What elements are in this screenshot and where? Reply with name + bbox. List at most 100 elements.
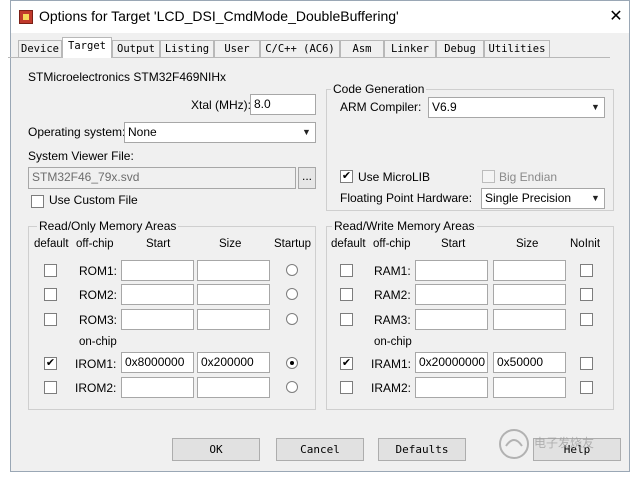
irom1-size-input[interactable]: 0x200000 [197, 352, 270, 373]
ram3-noinit-checkbox[interactable] [580, 313, 593, 326]
rom-onchip-label: on-chip [79, 336, 117, 348]
irom1-start-input[interactable]: 0x8000000 [121, 352, 194, 373]
app-icon [19, 10, 33, 24]
rom2-startup-radio[interactable] [286, 288, 298, 300]
rom1-start-input[interactable] [121, 260, 194, 281]
ram1-start-input[interactable] [415, 260, 488, 281]
tab-user[interactable]: User [214, 40, 260, 57]
iram2-default-checkbox[interactable] [340, 381, 353, 394]
ram-header-start: Start [441, 238, 466, 250]
rom-header-start: Start [146, 238, 171, 250]
rom-area-title: Read/Only Memory Areas [37, 219, 179, 233]
compiler-value: V6.9 [432, 100, 457, 114]
irom2-startup-radio[interactable] [286, 381, 298, 393]
fpu-value: Single Precision [485, 191, 572, 205]
sysviewer-input[interactable]: STM32F46_79x.svd [28, 167, 296, 189]
ram-area-title: Read/Write Memory Areas [332, 219, 477, 233]
irom1-default-checkbox[interactable]: ✔ [44, 357, 57, 370]
rom-header-offchip: off-chip [76, 238, 114, 250]
tab-listing[interactable]: Listing [160, 40, 214, 57]
microlib-checkbox[interactable]: ✔ [340, 170, 353, 183]
ram2-start-input[interactable] [415, 284, 488, 305]
rom3-size-input[interactable] [197, 309, 270, 330]
iram1-size-input[interactable]: 0x50000 [493, 352, 566, 373]
irom2-label: IROM2: [75, 381, 117, 395]
irom2-size-input[interactable] [197, 377, 270, 398]
iram1-start-input[interactable]: 0x20000000 [415, 352, 488, 373]
os-label: Operating system: [28, 125, 126, 139]
chevron-down-icon[interactable]: ▼ [587, 98, 604, 117]
ok-button[interactable]: OK [172, 438, 260, 461]
rom-header-startup: Startup [274, 238, 312, 250]
fpu-select[interactable]: Single Precision ▼ [481, 188, 605, 209]
tab-target[interactable]: Target [62, 37, 112, 58]
code-generation-title: Code Generation [331, 82, 427, 96]
ram2-default-checkbox[interactable] [340, 288, 353, 301]
compiler-label: ARM Compiler: [340, 100, 422, 114]
irom2-start-input[interactable] [121, 377, 194, 398]
title-bar: Options for Target 'LCD_DSI_CmdMode_Doub… [11, 1, 629, 33]
rom1-label: ROM1: [79, 264, 118, 278]
ram1-noinit-checkbox[interactable] [580, 264, 593, 277]
tab-linker[interactable]: Linker [384, 40, 436, 57]
ram-header-default: default [331, 238, 366, 250]
rom2-size-input[interactable] [197, 284, 270, 305]
rom1-startup-radio[interactable] [286, 264, 298, 276]
rom3-start-input[interactable] [121, 309, 194, 330]
ram3-size-input[interactable] [493, 309, 566, 330]
big-endian-label: Big Endian [499, 170, 558, 184]
rom2-default-checkbox[interactable] [44, 288, 57, 301]
tab-output[interactable]: Output [112, 40, 160, 57]
use-custom-file-label: Use Custom File [49, 193, 138, 207]
irom1-startup-radio[interactable] [286, 357, 298, 369]
irom1-label: IROM1: [75, 357, 117, 371]
xtal-input[interactable]: 8.0 [250, 94, 316, 115]
rom-header-size: Size [219, 238, 242, 250]
ram3-start-input[interactable] [415, 309, 488, 330]
sysviewer-label: System Viewer File: [28, 149, 134, 163]
microlib-label: Use MicroLIB [358, 170, 431, 184]
rom3-label: ROM3: [79, 313, 118, 327]
tab-asm[interactable]: Asm [340, 40, 384, 57]
os-select[interactable]: None ▼ [124, 122, 316, 143]
rom3-startup-radio[interactable] [286, 313, 298, 325]
tab-c-cpp[interactable]: C/C++ (AC6) [260, 40, 340, 57]
xtal-label: Xtal (MHz): [191, 98, 251, 112]
ram-onchip-label: on-chip [374, 336, 412, 348]
tab-utilities[interactable]: Utilities [484, 40, 550, 57]
tab-debug[interactable]: Debug [436, 40, 484, 57]
iram1-noinit-checkbox[interactable] [580, 357, 593, 370]
cancel-button[interactable]: Cancel [276, 438, 364, 461]
rom3-default-checkbox[interactable] [44, 313, 57, 326]
rom1-size-input[interactable] [197, 260, 270, 281]
ram3-default-checkbox[interactable] [340, 313, 353, 326]
chevron-down-icon[interactable]: ▼ [587, 189, 604, 208]
big-endian-checkbox[interactable] [482, 170, 495, 183]
help-button[interactable]: Help [533, 438, 621, 461]
ram2-size-input[interactable] [493, 284, 566, 305]
iram1-default-checkbox[interactable]: ✔ [340, 357, 353, 370]
rom1-default-checkbox[interactable] [44, 264, 57, 277]
defaults-button[interactable]: Defaults [378, 438, 466, 461]
ram-header-noinit: NoInit [570, 238, 601, 250]
use-custom-file-checkbox[interactable] [31, 195, 44, 208]
browse-button[interactable]: ... [298, 167, 316, 189]
iram1-label: IRAM1: [371, 357, 412, 371]
ram1-label: RAM1: [374, 264, 411, 278]
ram1-size-input[interactable] [493, 260, 566, 281]
close-icon[interactable]: ✕ [609, 9, 623, 25]
ram2-noinit-checkbox[interactable] [580, 288, 593, 301]
rom2-start-input[interactable] [121, 284, 194, 305]
fpu-label: Floating Point Hardware: [340, 191, 473, 205]
device-name: STMicroelectronics STM32F469NIHx [28, 70, 227, 84]
ram3-label: RAM3: [374, 313, 411, 327]
ram1-default-checkbox[interactable] [340, 264, 353, 277]
irom2-default-checkbox[interactable] [44, 381, 57, 394]
iram2-start-input[interactable] [415, 377, 488, 398]
compiler-select[interactable]: V6.9 ▼ [428, 97, 605, 118]
iram2-size-input[interactable] [493, 377, 566, 398]
iram2-noinit-checkbox[interactable] [580, 381, 593, 394]
ram2-label: RAM2: [374, 288, 411, 302]
tab-device[interactable]: Device [18, 40, 62, 57]
chevron-down-icon[interactable]: ▼ [298, 123, 315, 142]
